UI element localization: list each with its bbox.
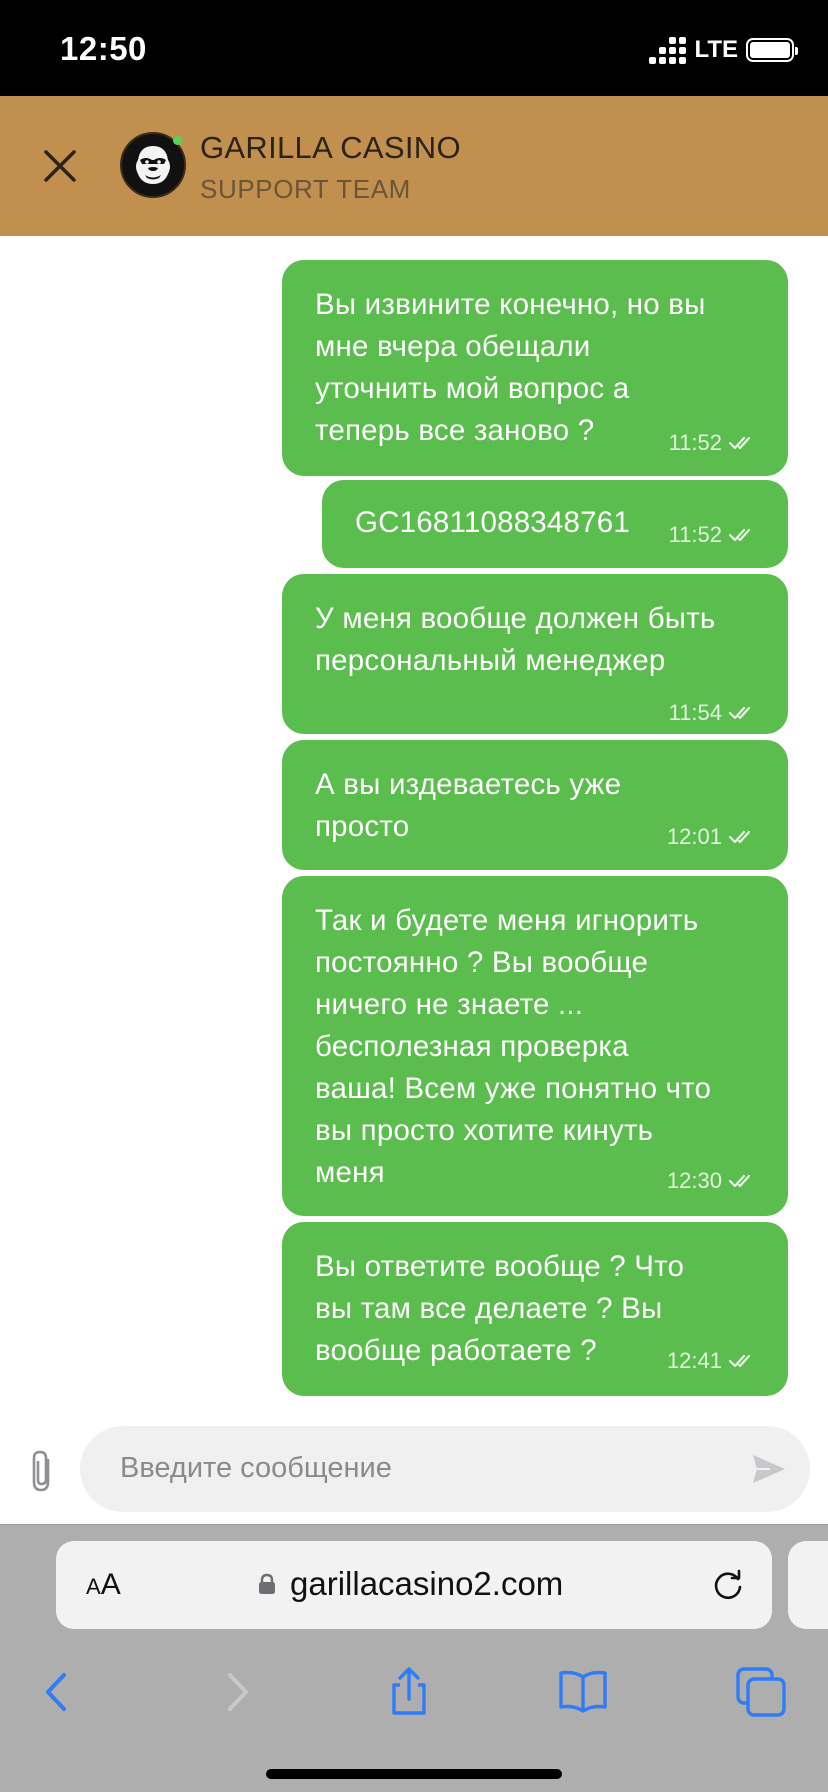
message-meta: 11:52 xyxy=(669,522,758,548)
double-check-icon xyxy=(728,528,751,542)
paperclip-icon[interactable] xyxy=(24,1448,60,1494)
tabs-icon[interactable] xyxy=(734,1665,788,1719)
reload-icon[interactable] xyxy=(710,1567,746,1603)
message-text: А вы издеваетесь уже просто xyxy=(315,768,622,843)
network-type: LTE xyxy=(694,36,738,63)
message-bubble[interactable]: Вы ответите вообще ? Что вы там все дела… xyxy=(282,1222,788,1396)
double-check-icon xyxy=(728,830,751,844)
close-icon[interactable] xyxy=(40,146,80,186)
double-check-icon xyxy=(728,1174,751,1188)
message-time: 12:30 xyxy=(666,1168,722,1193)
back-icon[interactable] xyxy=(30,1665,84,1719)
message-meta: 12:41 xyxy=(667,1348,758,1374)
status-time: 12:50 xyxy=(60,30,147,67)
message-bubble[interactable]: У меня вообще должен быть персональный м… xyxy=(282,574,788,734)
send-icon[interactable] xyxy=(750,1450,788,1488)
message-input-placeholder: Введите сообщение xyxy=(120,1452,392,1484)
browser-chrome: AA garillacasino2.com xyxy=(0,1524,828,1792)
message-composer: Введите сообщение xyxy=(0,1410,828,1524)
double-check-icon xyxy=(728,436,751,450)
message-bubble[interactable]: А вы издеваетесь уже просто 12:01 xyxy=(282,740,788,870)
message-bubble[interactable]: GC16811088348761 11:52 xyxy=(322,480,788,568)
chat-header: GARILLA CASINO SUPPORT TEAM xyxy=(0,96,828,236)
message-time: 12:41 xyxy=(666,1348,722,1373)
message-bubble[interactable]: Так и будете меня игнорить постоянно ? В… xyxy=(282,876,788,1216)
message-time: 11:54 xyxy=(668,700,722,725)
home-indicator[interactable] xyxy=(266,1769,562,1779)
message-text: Так и будете меня игнорить постоянно ? В… xyxy=(315,904,712,1189)
forward-icon[interactable] xyxy=(210,1665,264,1719)
message-text: GC16811088348761 xyxy=(355,506,630,539)
message-meta: 12:01 xyxy=(667,824,758,850)
double-check-icon xyxy=(728,1354,751,1368)
chat-title: GARILLA CASINO xyxy=(200,130,461,165)
bookmarks-icon[interactable] xyxy=(556,1665,610,1719)
cellular-signal-icon xyxy=(649,36,687,64)
message-text: Вы извините конечно, но вы мне вчера обе… xyxy=(315,288,706,447)
text-size-button[interactable]: AA xyxy=(86,1568,121,1602)
message-time: 11:52 xyxy=(668,522,722,547)
online-status-dot xyxy=(173,136,182,145)
url-text: garillacasino2.com xyxy=(290,1565,564,1602)
message-meta: 11:54 xyxy=(669,700,758,726)
message-meta: 11:52 xyxy=(669,430,758,456)
message-text: Вы ответите вообще ? Что вы там все дела… xyxy=(315,1250,685,1367)
message-text: У меня вообще должен быть персональный м… xyxy=(315,602,716,677)
battery-icon xyxy=(746,38,798,62)
gorilla-icon xyxy=(136,146,170,184)
message-list[interactable]: Вы извините конечно, но вы мне вчера обе… xyxy=(0,236,828,1426)
message-input[interactable]: Введите сообщение xyxy=(80,1426,810,1512)
chat-subtitle: SUPPORT TEAM xyxy=(200,174,411,204)
message-bubble[interactable]: Вы извините конечно, но вы мне вчера обе… xyxy=(282,260,788,476)
share-icon[interactable] xyxy=(382,1665,436,1719)
address-bar[interactable]: AA garillacasino2.com xyxy=(56,1541,772,1629)
next-tab-peek[interactable] xyxy=(788,1541,828,1629)
status-indicators: LTE xyxy=(649,36,798,64)
message-meta: 12:30 xyxy=(667,1168,758,1194)
lock-icon xyxy=(259,1573,275,1594)
browser-toolbar xyxy=(0,1643,828,1743)
message-time: 11:52 xyxy=(668,430,722,455)
double-check-icon xyxy=(728,706,751,720)
message-time: 12:01 xyxy=(666,824,722,849)
status-bar: 12:50 LTE xyxy=(0,0,828,96)
